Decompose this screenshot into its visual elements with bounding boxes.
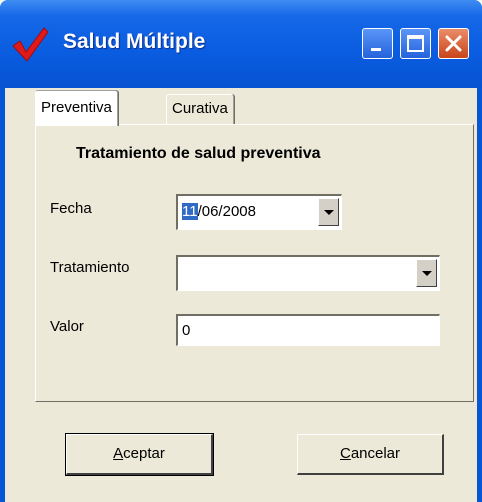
valor-input[interactable]: 0 [176, 314, 440, 346]
tab-preventiva[interactable]: Preventiva [35, 90, 118, 126]
form-heading: Tratamiento de salud preventiva [76, 145, 321, 162]
maximize-icon [407, 35, 424, 52]
fecha-day-selected: 11 [182, 203, 198, 220]
check-icon [12, 27, 49, 62]
tratamiento-dropdown-button[interactable] [416, 259, 437, 287]
title-bar[interactable]: Salud Múltiple [0, 0, 482, 88]
fecha-dropdown-button[interactable] [318, 198, 339, 226]
fecha-month-year: /06/2008 [197, 203, 256, 220]
tratamiento-combobox[interactable] [176, 255, 440, 291]
aceptar-label: ceptar [123, 445, 165, 462]
fecha-date-picker[interactable]: 11/06/2008 [176, 194, 342, 230]
aceptar-button[interactable]: Aceptar [65, 433, 214, 476]
cancelar-mnemonic: C [339, 445, 351, 462]
dialog-client-area: Preventiva Curativa Tratamiento de salud… [5, 88, 477, 502]
maximize-button[interactable] [400, 28, 431, 59]
close-button[interactable] [438, 28, 469, 59]
window-title: Salud Múltiple [63, 30, 206, 53]
cancelar-label: ancelar [350, 445, 401, 462]
fecha-label: Fecha [50, 200, 92, 217]
aceptar-mnemonic: A [113, 445, 124, 462]
chevron-down-icon [422, 271, 432, 276]
valor-value: 0 [182, 322, 191, 339]
minimize-icon [371, 48, 381, 51]
fecha-value: 11/06/2008 [182, 203, 256, 220]
tratamiento-label: Tratamiento [50, 259, 130, 276]
close-icon [445, 35, 462, 52]
chevron-down-icon [324, 210, 334, 215]
tab-panel-preventiva: Tratamiento de salud preventiva Fecha 11… [35, 124, 474, 402]
cancelar-button[interactable]: Cancelar [297, 434, 444, 475]
dialog-window: Salud Múltiple Preventiva Curativa Trata… [0, 0, 482, 502]
minimize-button[interactable] [362, 28, 393, 59]
valor-label: Valor [50, 318, 84, 335]
tab-curativa[interactable]: Curativa [166, 94, 234, 124]
